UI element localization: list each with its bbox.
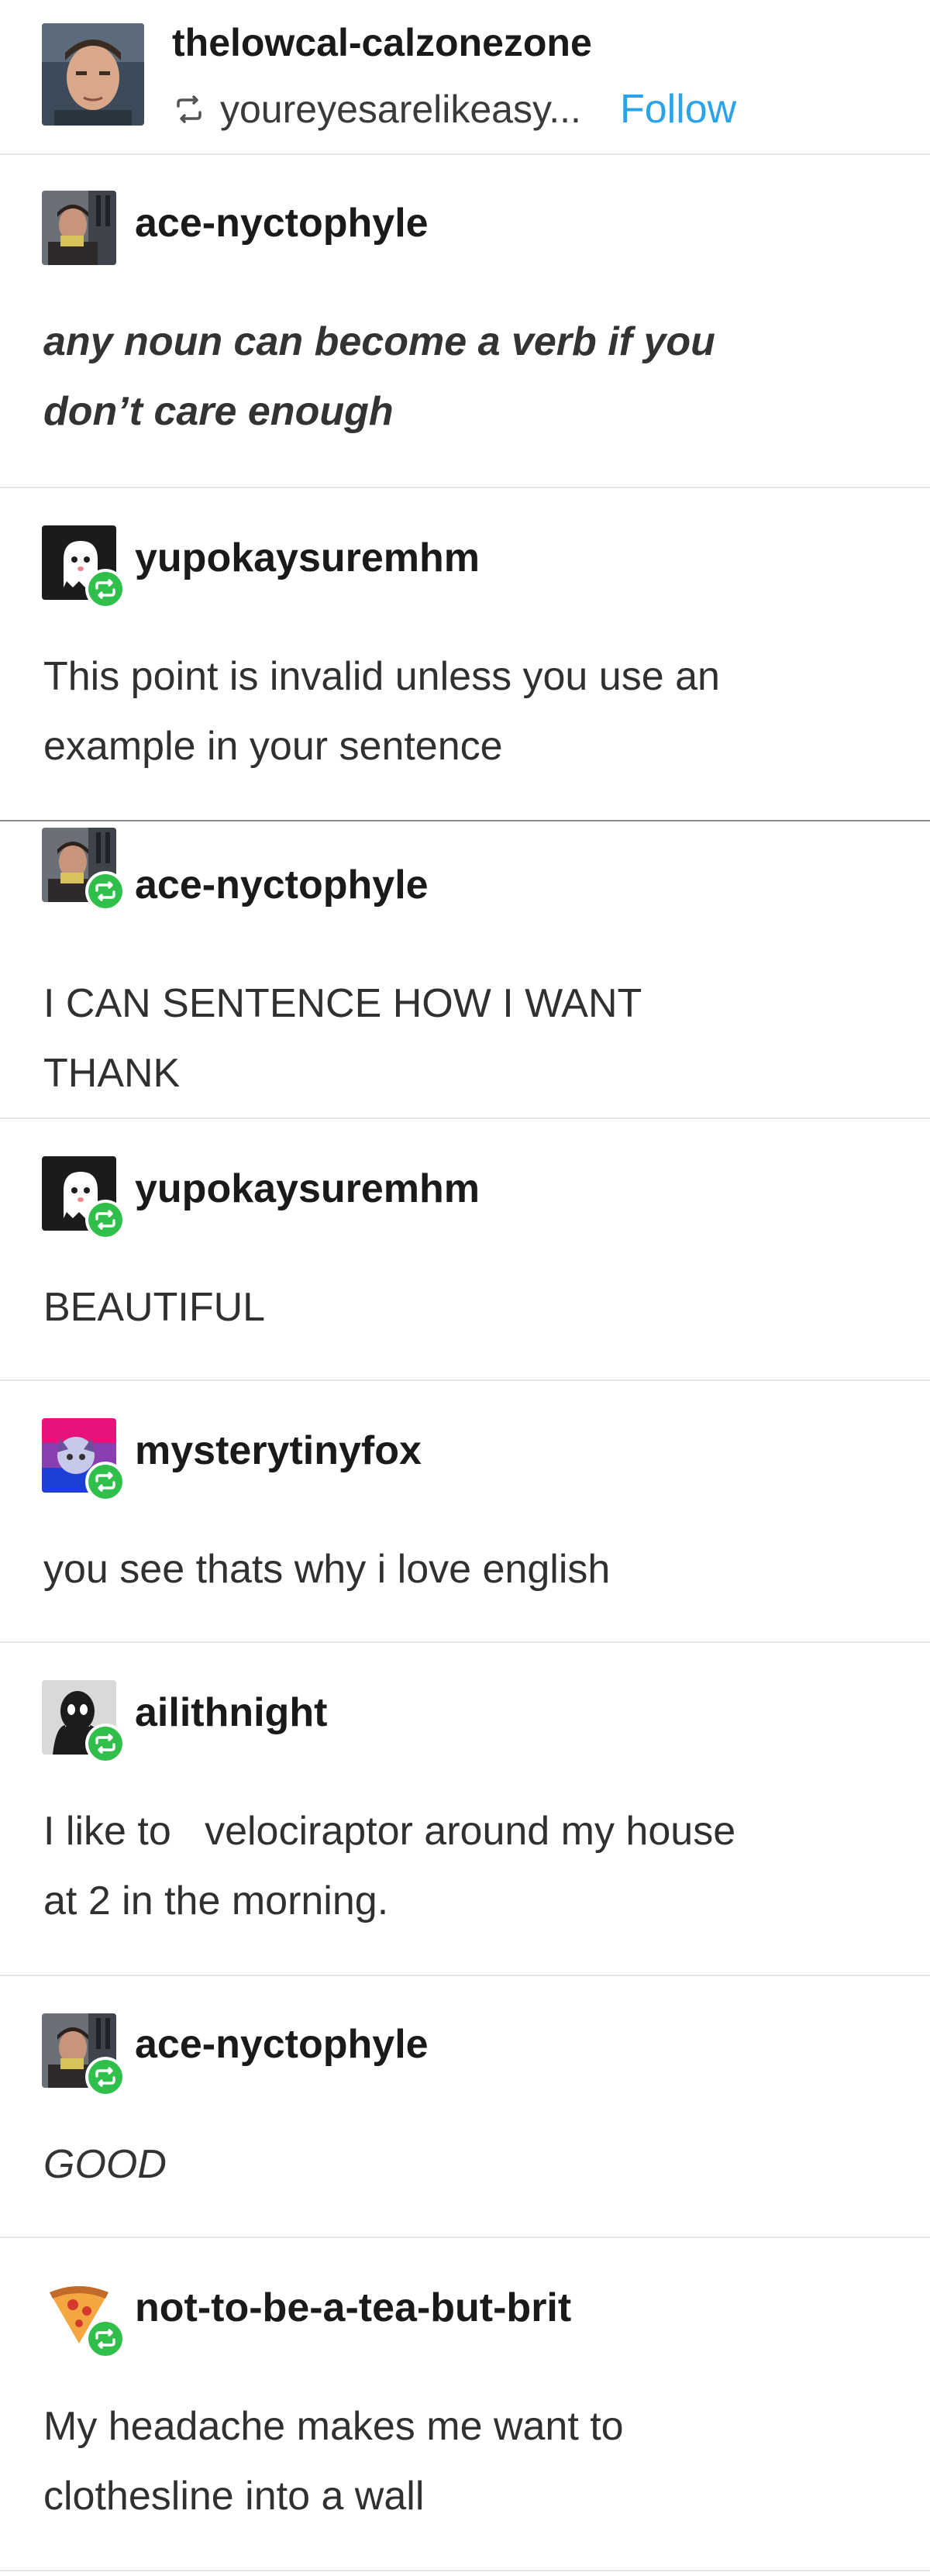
post-divider: [0, 1975, 930, 1976]
reblog-source-link[interactable]: youreyesarelikeasy...: [220, 87, 581, 132]
post-username[interactable]: yupokaysuremhm: [135, 1166, 480, 1212]
post-text: any noun can become a verb if you don’t …: [43, 319, 715, 434]
post-avatar[interactable]: [42, 1418, 126, 1502]
post-username[interactable]: mysterytinyfox: [135, 1427, 422, 1474]
post-username[interactable]: ailithnight: [135, 1689, 327, 1736]
post-text: GOOD: [43, 2142, 167, 2187]
post-text: you see thats why i love english: [43, 1547, 611, 1592]
reblog-badge-icon: [84, 1722, 127, 1765]
reblog-badge-icon: [84, 1460, 127, 1503]
follow-button[interactable]: Follow: [620, 86, 736, 133]
post-divider: [0, 153, 930, 155]
post-username[interactable]: ace-nyctophyle: [135, 200, 429, 246]
header-username[interactable]: thelowcal-calzonezone: [172, 20, 592, 65]
man-portrait-avatar[interactable]: [42, 23, 144, 126]
post-username[interactable]: yupokaysuremhm: [135, 535, 480, 581]
post-avatar[interactable]: [42, 828, 126, 911]
post-divider: [0, 2237, 930, 2238]
post-divider: [0, 1118, 930, 1119]
reblog-icon: [172, 92, 206, 126]
post-divider: [0, 1641, 930, 1643]
post-text: I like to velociraptor around my house a…: [43, 1809, 736, 1923]
post-header: thelowcal-calzonezone youreyesarelikeasy…: [0, 0, 930, 153]
post-avatar[interactable]: [42, 1156, 126, 1240]
post-text: I CAN SENTENCE HOW I WANT THANK: [43, 981, 642, 1096]
post-text: BEAUTIFUL: [43, 1285, 266, 1330]
post-username[interactable]: ace-nyctophyle: [135, 862, 429, 908]
reblog-badge-icon: [84, 2317, 127, 2361]
portrait-avatar: [42, 191, 116, 265]
post-divider: [0, 487, 930, 488]
reblog-badge-icon: [84, 1198, 127, 1242]
reblog-thread: thelowcal-calzonezone youreyesarelikeasy…: [0, 0, 930, 2576]
post-username[interactable]: ace-nyctophyle: [135, 2021, 429, 2068]
post-avatar[interactable]: [42, 1680, 126, 1764]
post-divider: [0, 820, 930, 821]
reblog-badge-icon: [84, 2055, 127, 2099]
post-divider: [0, 2570, 930, 2571]
reblog-badge-icon: [84, 870, 127, 913]
post-divider: [0, 1379, 930, 1381]
post-avatar[interactable]: [42, 191, 116, 265]
header-reblog-row: youreyesarelikeasy... Follow: [172, 82, 736, 136]
post-avatar[interactable]: [42, 2013, 126, 2097]
post-username[interactable]: not-to-be-a-tea-but-brit: [135, 2285, 571, 2331]
reblog-badge-icon: [84, 567, 127, 611]
post-text: This point is invalid unless you use an …: [43, 654, 720, 769]
post-text: My headache makes me want to clothesline…: [43, 2404, 624, 2519]
post-avatar[interactable]: [42, 2275, 126, 2359]
post-avatar[interactable]: [42, 525, 126, 609]
